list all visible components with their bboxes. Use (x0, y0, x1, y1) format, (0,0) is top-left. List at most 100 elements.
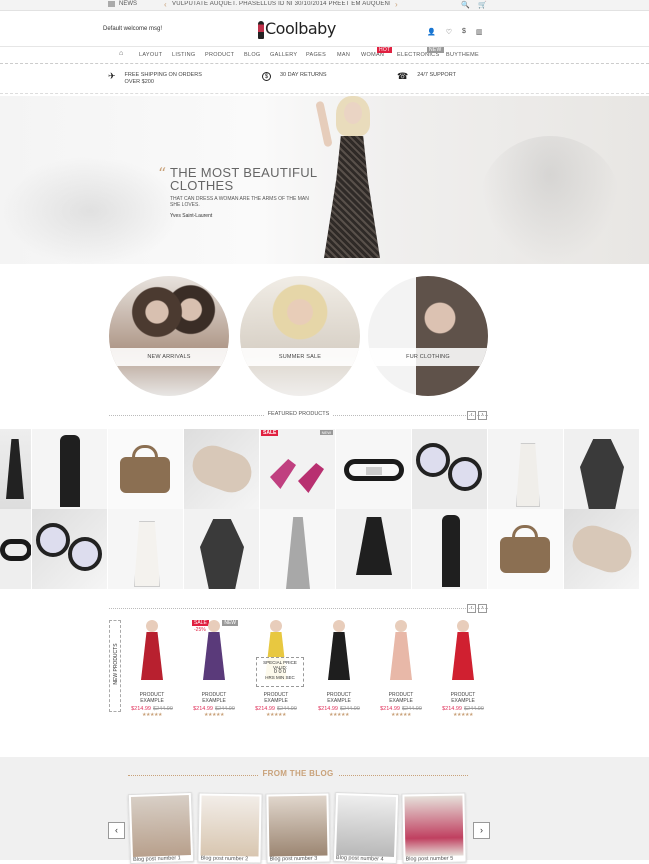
blog-prev-button[interactable]: ‹ (108, 822, 125, 839)
product-tile[interactable] (108, 509, 184, 589)
product-card[interactable]: PRODUCT EXAMPLE $214.99 $244.99 ★★★★★ (439, 620, 487, 718)
blog-post-card[interactable]: Blog post number 1 (127, 791, 195, 864)
featured-next-button[interactable]: › (478, 411, 487, 420)
product-tile[interactable] (564, 509, 640, 589)
category-fur-clothing[interactable]: FUR CLOTHING (368, 276, 488, 396)
product-name: PRODUCT EXAMPLE (263, 692, 289, 704)
product-tile[interactable] (260, 509, 336, 589)
category-summer-sale[interactable]: SUMMER SALE (240, 276, 360, 396)
home-icon[interactable]: ⌂ (119, 50, 124, 57)
feature-shipping: ✈ FREE SHIPPING ON ORDERS OVER $200 (108, 71, 202, 86)
welcome-message: Default welcome msg! (103, 26, 163, 32)
hero-title-line2: CLOTHES (170, 178, 234, 193)
ticker-next-icon[interactable]: › (395, 0, 398, 9)
product-rating: ★★★★★ (453, 712, 473, 718)
blog-post-image (130, 795, 191, 857)
blog-post-title: Blog post number 4 (335, 854, 384, 863)
nav-layout[interactable]: LAYOUT (139, 52, 162, 58)
new-products-next-button[interactable]: › (478, 604, 487, 613)
nav-man[interactable]: MAN (337, 52, 350, 58)
nav-listing[interactable]: LISTING (172, 52, 196, 58)
new-badge: NEW (319, 430, 333, 435)
special-price-timer: SPECIAL PRICE VALID: 0 0 0 HRS MIN SEC (256, 657, 304, 687)
search-icon[interactable]: 🔍 (461, 1, 470, 9)
product-image (448, 620, 478, 688)
product-tile[interactable] (108, 429, 184, 509)
product-card[interactable]: PRODUCT EXAMPLE $214.99 $244.99 ★★★★★ (377, 620, 425, 718)
currency-icon[interactable]: $ (462, 28, 466, 36)
blog-post-image (268, 795, 328, 857)
category-label: SUMMER SALE (240, 348, 360, 366)
nav-gallery[interactable]: GALLERY (270, 52, 297, 58)
logo-figure-icon (258, 20, 264, 39)
product-card[interactable]: SALE -25% NEW PRODUCT EXAMPLE $214.99 $24… (190, 620, 238, 718)
product-tile[interactable] (488, 509, 564, 589)
product-name: PRODUCT EXAMPLE (388, 692, 414, 704)
product-tile[interactable] (32, 429, 108, 509)
nav-buytheme[interactable]: BUYTHEME (446, 52, 479, 58)
product-tile[interactable] (184, 509, 260, 589)
product-tile[interactable] (336, 509, 412, 589)
blog-post-card[interactable]: Blog post number 5 (401, 792, 467, 864)
product-tile[interactable] (564, 429, 640, 509)
featured-grid-row-2 (0, 509, 649, 589)
top-bar: NEWS ‹ VULPUTATE AUQUET. PHASELLUS ID NI… (0, 0, 649, 11)
account-icon[interactable]: 👤 (427, 28, 436, 36)
nav-product[interactable]: PRODUCT (205, 52, 234, 58)
hero-subtitle: THAT CAN DRESS A WOMAN ARE THE ARMS OF T… (170, 196, 309, 208)
product-rating: ★★★★★ (266, 712, 286, 718)
featured-prev-button[interactable]: ‹ (467, 411, 476, 420)
ticker-prev-icon[interactable]: ‹ (164, 0, 167, 9)
product-name: PRODUCT EXAMPLE (326, 692, 352, 704)
product-tile[interactable] (184, 429, 260, 509)
new-products-label: NEW PRODUCTS (109, 620, 121, 712)
product-tile[interactable] (488, 429, 564, 509)
product-tile[interactable]: SALE NEW (260, 429, 336, 509)
palm-tree-image (480, 136, 620, 264)
wishlist-icon[interactable]: ♡ (446, 28, 452, 36)
product-tile[interactable] (0, 509, 32, 589)
category-new-arrivals[interactable]: NEW ARRIVALS (109, 276, 229, 396)
hot-badge: HOT (377, 47, 393, 53)
new-products-arrows: ‹ › (467, 604, 487, 613)
nav-blog[interactable]: BLOG (244, 52, 260, 58)
news-ticker[interactable]: VULPUTATE AUQUET. PHASELLUS ID NI 30/10/… (172, 1, 390, 7)
product-tile[interactable] (32, 509, 108, 589)
blog-post-card[interactable]: Blog post number 4 (332, 791, 400, 864)
new-products-divider (109, 601, 488, 609)
header: Default welcome msg! Coolbaby 👤 ♡ $ ▥ (0, 11, 649, 47)
blog-post-card[interactable]: Blog post number 2 (197, 792, 263, 864)
product-card[interactable]: PRODUCT EXAMPLE $214.99 $244.99 ★★★★★ (128, 620, 176, 718)
blog-post-title: Blog post number 2 (200, 855, 249, 863)
blog-post-image (336, 795, 397, 857)
blog-post-card[interactable]: Blog post number 3 (265, 792, 331, 864)
hero-author: Yves Saint-Laurent (170, 213, 213, 219)
new-badge: NEW (427, 47, 444, 53)
new-products-prev-button[interactable]: ‹ (467, 604, 476, 613)
blog-post-title: Blog post number 3 (269, 855, 318, 863)
cart-icon[interactable]: 🛒 (478, 1, 487, 9)
product-image (137, 620, 167, 688)
blog-heading: FROM THE BLOG (128, 766, 468, 778)
blog-post-image (200, 795, 260, 857)
nav-woman[interactable]: WOMAN HOT (361, 47, 393, 58)
category-label: NEW ARRIVALS (109, 348, 229, 366)
product-rating: ★★★★★ (329, 712, 349, 718)
news-icon (108, 1, 115, 7)
product-card[interactable]: PRODUCT EXAMPLE $214.99 $244.99 ★★★★★ (315, 620, 363, 718)
product-tile[interactable] (412, 429, 488, 509)
product-tile[interactable] (412, 509, 488, 589)
compare-icon[interactable]: ▥ (476, 28, 483, 36)
nav-pages[interactable]: PAGES (306, 52, 326, 58)
blog-next-button[interactable]: › (473, 822, 490, 839)
logo[interactable]: Coolbaby (258, 19, 336, 39)
product-tile[interactable] (0, 429, 32, 509)
featured-products-heading: FEATURED PRODUCTS (109, 408, 488, 417)
product-name: PRODUCT EXAMPLE (450, 692, 476, 704)
features-bar: ✈ FREE SHIPPING ON ORDERS OVER $200 $30 D… (0, 64, 649, 94)
product-tile[interactable] (336, 429, 412, 509)
nav-electronics[interactable]: ELECTRONICS NEW (397, 47, 444, 58)
news-label: NEWS (108, 1, 137, 7)
blog-section: FROM THE BLOG Blog post number 1 Blog po… (0, 757, 649, 864)
hero-banner[interactable]: “ THE MOST BEAUTIFUL CLOTHES THAT CAN DR… (0, 96, 649, 264)
